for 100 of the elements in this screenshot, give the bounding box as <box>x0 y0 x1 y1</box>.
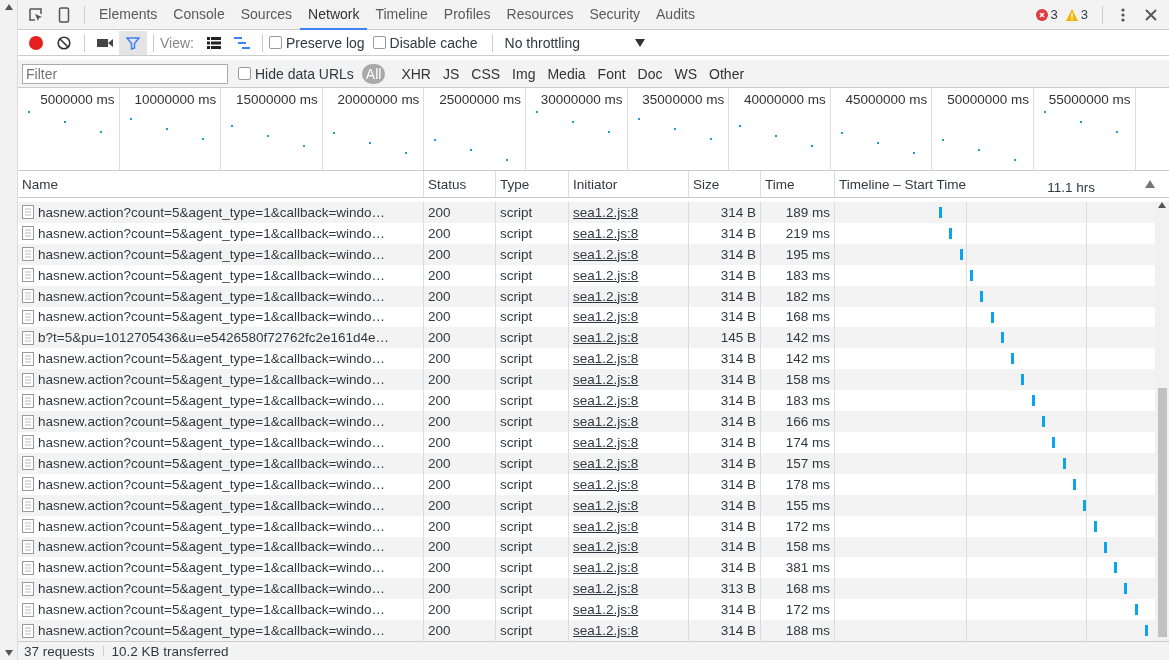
waterfall-bar <box>1134 604 1138 616</box>
request-name[interactable]: hasnew.action?count=5&agent_type=1&callback=windo… <box>38 414 386 429</box>
name-cell[interactable]: hasnew.action?count=5&agent_type=1&callback=windo… <box>18 515 424 537</box>
initiator-link[interactable]: sea1.2.js:8 <box>573 455 639 471</box>
panel-tab[interactable]: Console <box>165 0 233 30</box>
document-icon <box>22 435 34 450</box>
name-cell[interactable]: hasnew.action?count=5&agent_type=1&callback=windo… <box>18 452 424 474</box>
column-header[interactable]: Status <box>424 171 496 197</box>
type-filter[interactable]: CSS <box>467 63 505 84</box>
name-cell[interactable]: hasnew.action?count=5&agent_type=1&callback=windo… <box>18 222 424 244</box>
name-cell[interactable]: hasnew.action?count=5&agent_type=1&callback=windo… <box>18 494 424 516</box>
panel-tab[interactable]: Profiles <box>435 0 499 30</box>
request-name[interactable]: hasnew.action?count=5&agent_type=1&callback=windo… <box>38 393 386 409</box>
initiator-link[interactable]: sea1.2.js:8 <box>573 393 639 409</box>
type-cell: script <box>496 243 569 265</box>
type-filter[interactable]: Media <box>543 63 590 84</box>
initiator-link[interactable]: sea1.2.js:8 <box>573 246 639 262</box>
request-name[interactable]: hasnew.action?count=5&agent_type=1&callback=windo… <box>38 267 386 283</box>
initiator-link[interactable]: sea1.2.js:8 <box>573 623 639 639</box>
panel-tab[interactable]: Sources <box>232 0 301 30</box>
request-name[interactable]: hasnew.action?count=5&agent_type=1&callback=windo… <box>38 455 386 471</box>
request-name[interactable]: hasnew.action?count=5&agent_type=1&callback=windo… <box>38 539 386 555</box>
type-filter[interactable]: XHR <box>397 63 435 84</box>
waterfall-bar <box>969 269 973 281</box>
initiator-link[interactable]: sea1.2.js:8 <box>573 288 639 304</box>
throttling-select[interactable]: No throttling <box>498 34 651 51</box>
name-cell[interactable]: hasnew.action?count=5&agent_type=1&callback=windo… <box>18 473 424 495</box>
type-cell: script <box>496 222 569 244</box>
name-cell[interactable]: hasnew.action?count=5&agent_type=1&callback=windo… <box>18 285 424 307</box>
request-name[interactable]: b?t=5&pu=1012705436&u=e5426580f72762fc2e161d4e… <box>38 330 389 346</box>
column-header[interactable]: Name <box>18 171 424 197</box>
initiator-link[interactable]: sea1.2.js:8 <box>573 539 639 555</box>
panel-tab[interactable]: Security <box>581 0 649 30</box>
panel-tab[interactable]: Resources <box>498 0 582 30</box>
initiator-link[interactable]: sea1.2.js:8 <box>573 309 639 325</box>
status-cell: 200 <box>424 431 496 453</box>
request-name[interactable]: hasnew.action?count=5&agent_type=1&callback=windo… <box>38 602 386 618</box>
filter-icon[interactable] <box>119 30 147 55</box>
waterfall-bar <box>959 248 963 260</box>
initiator-link[interactable]: sea1.2.js:8 <box>573 560 639 576</box>
checkbox-option[interactable]: Preserve log <box>269 34 365 51</box>
panel-tab[interactable]: Elements <box>91 0 166 30</box>
scroll-up-icon <box>1158 202 1166 208</box>
initiator-link[interactable]: sea1.2.js:8 <box>573 434 639 450</box>
initiator-link[interactable]: sea1.2.js:8 <box>573 602 639 618</box>
type-filter[interactable]: JS <box>438 63 464 84</box>
overview-tick-label: 45000000 ms <box>845 91 929 107</box>
initiator-link[interactable]: sea1.2.js:8 <box>573 267 639 283</box>
request-name[interactable]: hasnew.action?count=5&agent_type=1&callback=windo… <box>38 434 386 450</box>
type-filter[interactable]: Font <box>593 63 630 84</box>
checkbox-option[interactable]: Disable cache <box>372 34 478 51</box>
initiator-link[interactable]: sea1.2.js:8 <box>573 225 639 241</box>
name-cell[interactable]: hasnew.action?count=5&agent_type=1&callback=windo… <box>18 431 424 453</box>
initiator-link[interactable]: sea1.2.js:8 <box>573 204 639 220</box>
column-header[interactable]: Timeline – Start Time <box>839 176 967 192</box>
initiator-link[interactable]: sea1.2.js:8 <box>573 581 639 597</box>
request-name[interactable]: hasnew.action?count=5&agent_type=1&callback=windo… <box>38 518 386 534</box>
name-cell[interactable]: hasnew.action?count=5&agent_type=1&callback=windo… <box>18 411 424 432</box>
document-icon <box>22 289 34 304</box>
request-name[interactable]: hasnew.action?count=5&agent_type=1&callback=windo… <box>38 476 386 492</box>
request-name[interactable]: hasnew.action?count=5&agent_type=1&callback=windo… <box>38 309 386 325</box>
request-name[interactable]: hasnew.action?count=5&agent_type=1&callback=windo… <box>38 351 386 367</box>
initiator-link[interactable]: sea1.2.js:8 <box>573 351 639 367</box>
waterfall-bar <box>1145 625 1148 637</box>
initiator-link[interactable]: sea1.2.js:8 <box>573 372 639 388</box>
type-filter[interactable]: Doc <box>633 63 667 84</box>
type-filter[interactable]: WS <box>670 63 702 84</box>
checkbox-option[interactable]: Hide data URLs <box>238 65 354 82</box>
name-cell[interactable]: hasnew.action?count=5&agent_type=1&callback=windo… <box>18 202 424 223</box>
type-filter[interactable]: Img <box>508 63 540 84</box>
table-scrollbar[interactable] <box>1155 202 1169 641</box>
panel-tab[interactable]: Timeline <box>367 0 436 30</box>
document-icon <box>22 268 34 283</box>
request-name[interactable]: hasnew.action?count=5&agent_type=1&callback=windo… <box>38 246 386 262</box>
request-name[interactable]: hasnew.action?count=5&agent_type=1&callback=windo… <box>38 497 386 513</box>
name-cell[interactable]: hasnew.action?count=5&agent_type=1&callback=windo… <box>18 264 424 286</box>
name-cell[interactable]: hasnew.action?count=5&agent_type=1&callback=windo… <box>18 243 424 265</box>
request-name[interactable]: hasnew.action?count=5&agent_type=1&callback=windo… <box>38 560 386 576</box>
initiator-link[interactable]: sea1.2.js:8 <box>573 414 639 429</box>
request-name[interactable]: hasnew.action?count=5&agent_type=1&callback=windo… <box>38 225 386 241</box>
column-header[interactable]: Time <box>761 171 835 197</box>
request-name[interactable]: hasnew.action?count=5&agent_type=1&callback=windo… <box>38 581 386 597</box>
error-icon <box>1035 8 1048 21</box>
column-header[interactable]: Initiator <box>569 171 689 197</box>
request-name[interactable]: hasnew.action?count=5&agent_type=1&callback=windo… <box>38 372 386 388</box>
dropdown-arrow-icon <box>634 38 645 47</box>
request-name[interactable]: hasnew.action?count=5&agent_type=1&callback=windo… <box>38 204 386 220</box>
request-name[interactable]: hasnew.action?count=5&agent_type=1&callback=windo… <box>38 623 386 639</box>
initiator-link[interactable]: sea1.2.js:8 <box>573 518 639 534</box>
status-cell: 200 <box>424 285 496 307</box>
panel-tab[interactable]: Audits <box>648 0 703 30</box>
initiator-link[interactable]: sea1.2.js:8 <box>573 330 639 346</box>
column-header[interactable]: Type <box>496 171 569 197</box>
page-scrollbar[interactable] <box>0 0 18 660</box>
type-filter[interactable]: Other <box>705 63 749 84</box>
initiator-link[interactable]: sea1.2.js:8 <box>573 497 639 513</box>
column-header[interactable]: Size <box>689 171 761 197</box>
filter-field[interactable]: Filter <box>22 63 228 84</box>
initiator-link[interactable]: sea1.2.js:8 <box>573 476 639 492</box>
request-name[interactable]: hasnew.action?count=5&agent_type=1&callback=windo… <box>38 288 386 304</box>
